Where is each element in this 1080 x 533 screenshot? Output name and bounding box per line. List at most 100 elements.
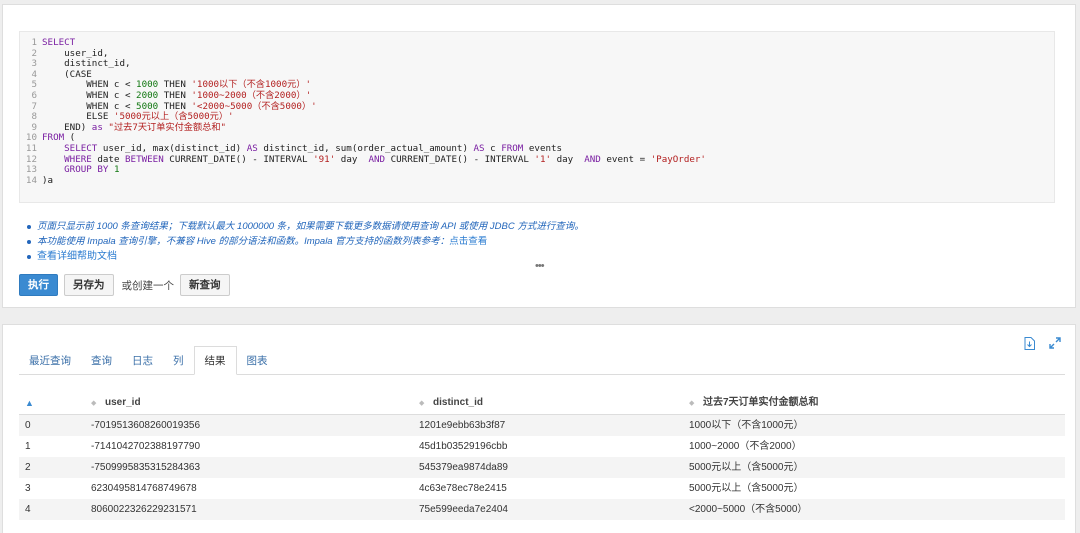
code-token: as <box>91 121 103 133</box>
table-row[interactable]: 3 6230495814768749678 4c63e78ec78e2415 5000… <box>19 478 1065 499</box>
bullet-icon <box>27 240 31 244</box>
table-cell: 3 <box>25 483 31 494</box>
code-token: c <box>484 143 502 154</box>
code-token: user_id, max(distinct_id) <box>97 143 247 154</box>
tab-1[interactable]: 查询 <box>81 348 122 374</box>
index-sort-header[interactable]: ▲ <box>25 391 39 416</box>
table-row[interactable]: 2 -7509995835315284363 545379ea9874da89 500… <box>19 457 1065 478</box>
code-token: distinct_id, <box>42 58 131 70</box>
tab-2[interactable]: 日志 <box>122 348 163 374</box>
column-header-distinct-id[interactable]: ◆ distinct_id <box>419 391 483 416</box>
code-line[interactable]: 14 )a <box>20 174 54 187</box>
bullet-icon <box>27 225 31 229</box>
new-query-button[interactable]: 新查询 <box>180 274 230 296</box>
code-token: 1 <box>113 164 120 176</box>
code-token: day <box>335 153 369 165</box>
code-token: )a <box>42 174 54 186</box>
column-header-user-id[interactable]: ◆ user_id <box>91 391 141 416</box>
table-cell: 1 <box>25 441 31 452</box>
code-token: CURRENT_DATE() - INTERVAL <box>163 153 314 165</box>
code-token: '<2000~5000（不含5000）' <box>191 100 317 112</box>
code-token: SELECT <box>42 37 76 48</box>
code-line[interactable]: 12 WHERE date BETWEEN CURRENT_DATE() - I… <box>20 153 706 166</box>
code-token: '1000以下（不含1000元）' <box>191 79 312 91</box>
code-token: WHERE <box>64 153 92 165</box>
note-impala: 本功能使用 Impala 查询引擎，不兼容 Hive 的部分语法和函数。Impa… <box>27 234 827 249</box>
action-bar: 执行 另存为 或创建一个 新查询 <box>19 273 236 297</box>
table-cell: 1201e9ebb63b3f87 <box>419 420 506 431</box>
table-cell: -7141042702388197790 <box>91 441 200 452</box>
results-panel: 最近查询 查询 日志列结果 图表 ▲ ◆ user_id ◆ distinct_id ◆ 过… <box>2 324 1076 533</box>
code-token: WHEN c < <box>42 90 137 101</box>
code-token: user_id, <box>42 47 109 59</box>
code-token: '1000~2000（不含2000）' <box>191 90 312 101</box>
line-number: 14 <box>25 174 37 186</box>
code-token: '5000元以上（含5000元）' <box>113 111 234 123</box>
code-token: AND <box>584 153 601 165</box>
code-token: FROM <box>42 132 65 144</box>
code-token: THEN <box>158 100 192 112</box>
code-token: THEN <box>158 90 192 101</box>
code-token: WHEN c < <box>42 79 137 91</box>
code-token: event = <box>600 153 651 165</box>
bullet-icon <box>27 255 31 259</box>
code-token: GROUP BY <box>64 164 109 176</box>
run-button[interactable]: 执行 <box>19 274 58 296</box>
help-doc-link[interactable]: 查看详细帮助文档 <box>37 251 117 262</box>
code-token: AS <box>473 143 485 154</box>
query-editor-panel: 1 SELECT 2 user_id, 3 distinct_id, 4 (CASE 5 … <box>2 4 1076 308</box>
result-table: ▲ ◆ user_id ◆ distinct_id ◆ 过去7天订单实付金额总和 0 -… <box>19 391 1065 520</box>
table-row[interactable]: 1 -7141042702388197790 45d1b03529196cbb 100… <box>19 436 1065 457</box>
table-cell: 5000元以上（含5000元） <box>689 462 804 473</box>
table-cell: 45d1b03529196cbb <box>419 441 508 452</box>
table-cell: 4c63e78ec78e2415 <box>419 483 507 494</box>
code-token: 'PayOrder' <box>650 153 706 165</box>
sql-editor[interactable]: 1 SELECT 2 user_id, 3 distinct_id, 4 (CASE 5 … <box>19 31 1055 203</box>
code-token: 5000 <box>136 100 159 112</box>
note-result-limit: 页面只显示前 1000 条查询结果；下载默认最大 1000000 条，如果需要下… <box>27 219 827 234</box>
table-cell: 6230495814768749678 <box>91 483 197 494</box>
code-token: '1' <box>534 153 552 165</box>
table-cell: 4 <box>25 504 31 515</box>
function-list-link[interactable]: 点击查看 <box>449 236 487 247</box>
table-row[interactable]: 4 8060022326229231571 75e599eeda7e2404 <200… <box>19 499 1065 520</box>
code-token: "过去7天订单实付金额总和" <box>108 121 227 133</box>
code-token: AS <box>246 143 258 154</box>
tab-5[interactable]: 图表 <box>237 348 278 374</box>
note-help: 查看详细帮助文档 <box>27 249 827 264</box>
code-token: '91' <box>313 153 336 165</box>
resize-handle[interactable]: ••• <box>535 260 545 272</box>
table-body: 0 -7019513608260019356 1201e9ebb63b3f87 100… <box>19 415 1065 520</box>
table-row[interactable]: 0 -7019513608260019356 1201e9ebb63b3f87 100… <box>19 415 1065 436</box>
tab-3[interactable]: 列 <box>163 348 194 374</box>
table-cell: 0 <box>25 420 31 431</box>
code-token: ELSE <box>42 111 114 123</box>
table-cell: 8060022326229231571 <box>91 504 197 515</box>
code-token: END) <box>42 121 92 133</box>
code-token: FROM <box>501 143 524 154</box>
or-create-text: 或创建一个 <box>121 279 175 292</box>
save-as-button[interactable]: 另存为 <box>64 274 114 296</box>
code-token: WHEN c < <box>42 100 137 112</box>
tab-4[interactable]: 结果 <box>193 346 237 375</box>
table-cell: <2000~5000（不含5000） <box>689 504 808 515</box>
table-cell: -7019513608260019356 <box>91 420 200 431</box>
code-token: date <box>91 153 126 165</box>
code-token: 2000 <box>136 90 159 101</box>
table-cell: 75e599eeda7e2404 <box>419 504 508 515</box>
line-number: 11 <box>25 143 37 154</box>
line-number: 1 <box>31 37 37 48</box>
tab-0[interactable]: 最近查询 <box>19 348 81 374</box>
line-number: 6 <box>31 90 37 101</box>
code-token: THEN <box>158 79 192 91</box>
column-header-amount[interactable]: ◆ 过去7天订单实付金额总和 <box>689 391 819 416</box>
table-cell: 2 <box>25 462 31 473</box>
sort-icon[interactable]: ▲ <box>25 391 34 415</box>
code-token: CURRENT_DATE() - INTERVAL <box>385 153 535 165</box>
code-token: 1000 <box>136 79 159 91</box>
table-cell: 545379ea9874da89 <box>419 462 508 473</box>
sort-icon: ◆ <box>91 400 97 407</box>
